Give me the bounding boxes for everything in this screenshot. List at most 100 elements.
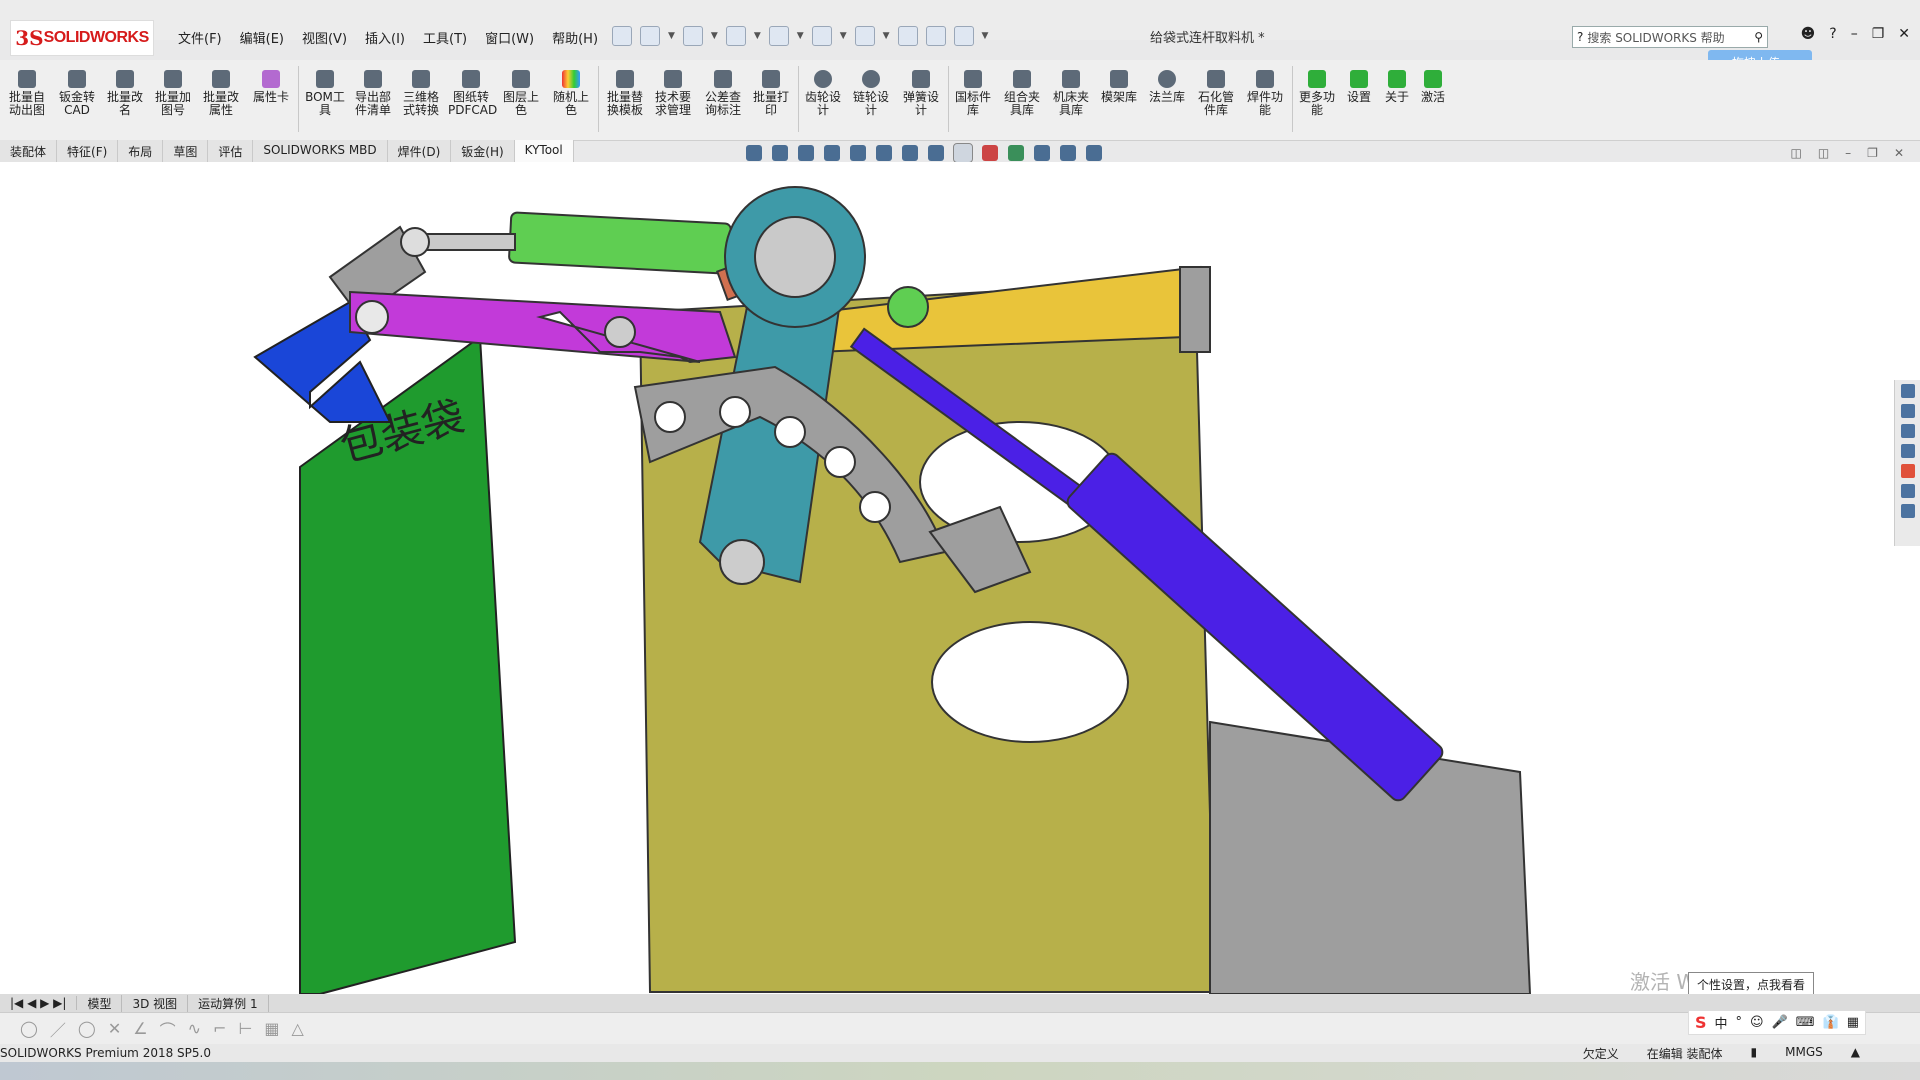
- custom-properties-icon[interactable]: [1900, 484, 1915, 498]
- ribbon-button-fixture-lib[interactable]: 组合夹 具库: [999, 70, 1045, 117]
- tab-assembly[interactable]: 装配体: [0, 140, 58, 162]
- gear-icon[interactable]: [953, 26, 974, 46]
- user-icon[interactable]: ☻: [1801, 26, 1816, 42]
- teal-link-lower-pin[interactable]: [719, 539, 765, 585]
- chamfer-icon[interactable]: ⌐: [213, 1019, 226, 1038]
- section-view-icon[interactable]: [824, 145, 840, 161]
- punctuation-icon[interactable]: °: [1736, 1015, 1743, 1030]
- ribbon-button-batch-drawing-no[interactable]: 批量加 图号: [150, 70, 196, 117]
- appearances-icon[interactable]: [1900, 464, 1915, 478]
- status-units[interactable]: MMGS: [1785, 1045, 1823, 1062]
- toolbox-icon[interactable]: ▦: [1847, 1015, 1859, 1030]
- green-cylinder[interactable]: [508, 211, 732, 275]
- skin-icon[interactable]: 👔: [1823, 1015, 1839, 1030]
- ribbon-button-pipe-fittings[interactable]: 石化管 件库: [1193, 70, 1239, 117]
- microphone-icon[interactable]: 🎤: [1772, 1015, 1788, 1030]
- chevron-down-icon[interactable]: ▼: [797, 31, 804, 41]
- ribbon-button-random-color[interactable]: 随机上色: [548, 70, 594, 117]
- ribbon-button-weldment[interactable]: 焊件功能: [1242, 70, 1288, 117]
- tab-3d-views[interactable]: 3D 视图: [122, 994, 189, 1012]
- ribbon-button-batch-print[interactable]: 批量打印: [748, 70, 794, 117]
- ribbon-button-3d-convert[interactable]: 三维格 式转换: [398, 70, 444, 117]
- new-document-icon[interactable]: [640, 26, 660, 46]
- circle-icon[interactable]: ◯: [20, 1019, 38, 1038]
- rod-end-eye[interactable]: [400, 227, 430, 257]
- tab-model[interactable]: 模型: [77, 994, 123, 1012]
- ribbon-button-batch-drawing[interactable]: 批量自 动出图: [4, 70, 50, 117]
- visibility-icon[interactable]: [953, 143, 973, 163]
- green-cylinder-rod[interactable]: [424, 233, 516, 251]
- ribbon-button-gear-design[interactable]: 齿轮设计: [800, 70, 846, 117]
- purple-arm[interactable]: [349, 290, 737, 364]
- angle-icon[interactable]: ∠: [133, 1019, 147, 1038]
- chevron-down-icon[interactable]: ▼: [668, 31, 675, 41]
- chevron-down-icon[interactable]: ▼: [840, 31, 847, 41]
- home-icon[interactable]: [612, 26, 632, 46]
- ribbon-button-sprocket-design[interactable]: 链轮设计: [848, 70, 894, 117]
- keyboard-icon[interactable]: ⌨: [1796, 1015, 1815, 1030]
- ribbon-button-more[interactable]: 更多功能: [1294, 70, 1340, 117]
- spline-icon[interactable]: ∿: [188, 1019, 201, 1038]
- solidworks-logo[interactable]: 3S SOLIDWORKS: [10, 20, 154, 56]
- menu-window[interactable]: 窗口(W): [485, 28, 534, 47]
- forum-icon[interactable]: [1900, 504, 1915, 518]
- view-settings-icon[interactable]: [1034, 145, 1050, 161]
- tab-evaluate[interactable]: 评估: [208, 140, 254, 162]
- tile-left-icon[interactable]: ◫: [1790, 146, 1801, 160]
- ribbon-button-batch-rename[interactable]: 批量改名: [102, 70, 148, 117]
- ellipse-icon[interactable]: ◯: [78, 1019, 96, 1038]
- select-cursor-icon[interactable]: [854, 26, 875, 46]
- zoom-to-area-icon[interactable]: [772, 145, 788, 161]
- edit-appearance-icon[interactable]: [982, 145, 998, 161]
- chevron-down-icon[interactable]: ▼: [711, 31, 718, 41]
- ribbon-button-activate[interactable]: 激活: [1410, 70, 1456, 104]
- close-button[interactable]: ✕: [1898, 26, 1910, 42]
- bearing-housing[interactable]: [754, 216, 836, 298]
- ribbon-button-pdfcad[interactable]: 图纸转 PDFCAD: [448, 70, 497, 117]
- file-properties-icon[interactable]: [925, 26, 946, 46]
- file-explorer-icon[interactable]: [1900, 424, 1915, 438]
- ribbon-button-spring-design[interactable]: 弹簧设计: [898, 70, 944, 117]
- menu-view[interactable]: 视图(V): [302, 28, 347, 47]
- menu-edit[interactable]: 编辑(E): [240, 28, 284, 47]
- scene-icon[interactable]: [1008, 145, 1024, 161]
- tab-sketch[interactable]: 草图: [163, 140, 209, 162]
- ribbon-button-property-card[interactable]: 属性卡: [248, 70, 294, 104]
- ribbon-button-sheetmetal-cad[interactable]: 钣金转 CAD: [54, 70, 100, 117]
- rebuild-status-icon[interactable]: ▮: [1751, 1045, 1758, 1062]
- dynamic-annotation-icon[interactable]: [850, 145, 866, 161]
- rotate-view-icon[interactable]: [1086, 145, 1102, 161]
- triangle-icon[interactable]: △: [291, 1019, 303, 1038]
- ribbon-button-layer-color[interactable]: 图层上色: [498, 70, 544, 117]
- tab-mbd[interactable]: SOLIDWORKS MBD: [253, 140, 388, 162]
- display-style-icon[interactable]: [902, 145, 918, 161]
- rebuild-traffic-light-icon[interactable]: [897, 26, 918, 46]
- tab-motion-study[interactable]: 运动算例 1: [188, 994, 269, 1012]
- tab-weldments[interactable]: 焊件(D): [388, 140, 452, 162]
- ribbon-button-standard-parts[interactable]: 国标件库: [950, 70, 996, 117]
- assembly-model-view[interactable]: 包装袋: [0, 162, 1920, 994]
- arc-icon[interactable]: ⌒: [160, 1017, 176, 1041]
- design-library-icon[interactable]: [1900, 404, 1915, 418]
- search-icon[interactable]: ⚲: [1754, 30, 1763, 44]
- grid-icon[interactable]: ▦: [264, 1019, 279, 1038]
- tab-features[interactable]: 特征(F): [57, 140, 119, 162]
- view-orientation-icon[interactable]: [876, 145, 892, 161]
- nav-arrows-icon[interactable]: |◀ ◀ ▶ ▶|: [0, 996, 78, 1010]
- previous-view-icon[interactable]: [798, 145, 814, 161]
- print-icon[interactable]: [768, 26, 789, 46]
- chevron-down-icon[interactable]: ▼: [883, 31, 890, 41]
- ribbon-button-export-parts[interactable]: 导出部 件清单: [350, 70, 396, 117]
- rail-end-bracket[interactable]: [1179, 266, 1211, 353]
- ribbon-button-bom-tool[interactable]: BOM工具: [302, 70, 348, 117]
- menu-tools[interactable]: 工具(T): [423, 28, 467, 47]
- zoom-to-fit-icon[interactable]: [746, 145, 762, 161]
- ribbon-button-tech-requirements[interactable]: 技术要 求管理: [650, 70, 696, 117]
- hide-show-icon[interactable]: [928, 145, 944, 161]
- viewport-close-button[interactable]: ✕: [1894, 146, 1904, 160]
- purple-arm-pin[interactable]: [604, 316, 636, 348]
- ribbon-button-flange-lib[interactable]: 法兰库: [1144, 70, 1190, 104]
- display-monitor-icon[interactable]: [1060, 145, 1076, 161]
- open-folder-icon[interactable]: [682, 26, 703, 46]
- purple-arm-pivot[interactable]: [355, 300, 389, 334]
